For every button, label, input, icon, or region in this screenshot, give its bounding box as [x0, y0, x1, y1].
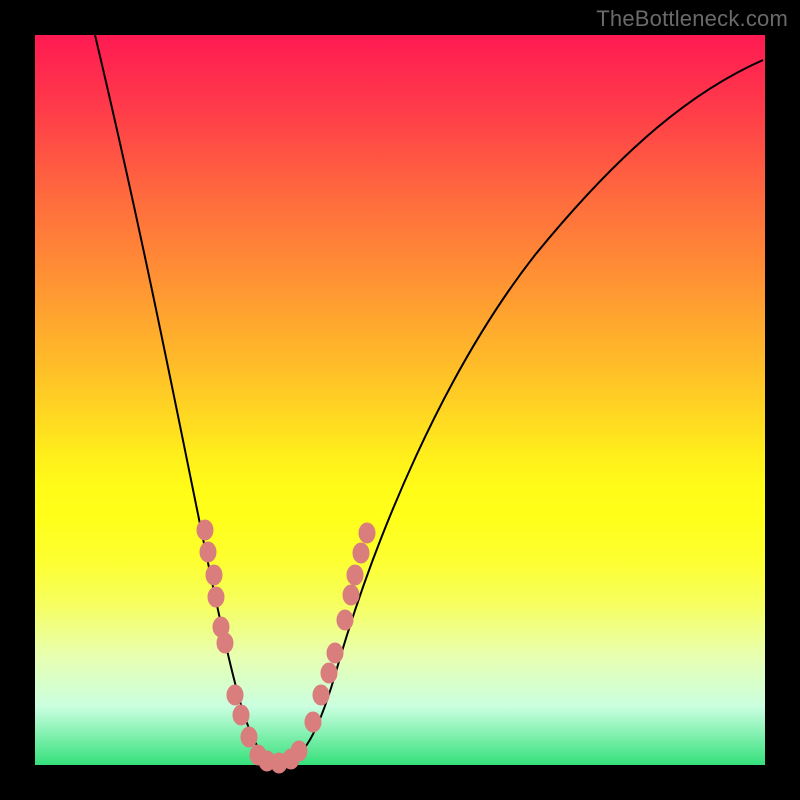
watermark-text: TheBottleneck.com: [596, 6, 788, 32]
marker-point: [321, 663, 337, 683]
marker-point: [217, 633, 233, 653]
marker-point: [343, 585, 359, 605]
marker-point: [353, 543, 369, 563]
marker-point: [241, 727, 257, 747]
marker-point: [233, 705, 249, 725]
marker-point: [200, 542, 216, 562]
marker-point: [197, 520, 213, 540]
marker-point: [347, 565, 363, 585]
bottleneck-curve: [95, 35, 763, 763]
marker-point: [359, 523, 375, 543]
marker-point: [337, 610, 353, 630]
marker-point: [227, 685, 243, 705]
marker-point: [327, 643, 343, 663]
highlight-markers: [197, 520, 375, 773]
marker-point: [313, 685, 329, 705]
marker-point: [208, 587, 224, 607]
marker-point: [305, 712, 321, 732]
chart-canvas: TheBottleneck.com: [0, 0, 800, 800]
marker-point: [291, 741, 307, 761]
chart-svg: [35, 35, 765, 765]
plot-area: [35, 35, 765, 765]
marker-point: [206, 565, 222, 585]
